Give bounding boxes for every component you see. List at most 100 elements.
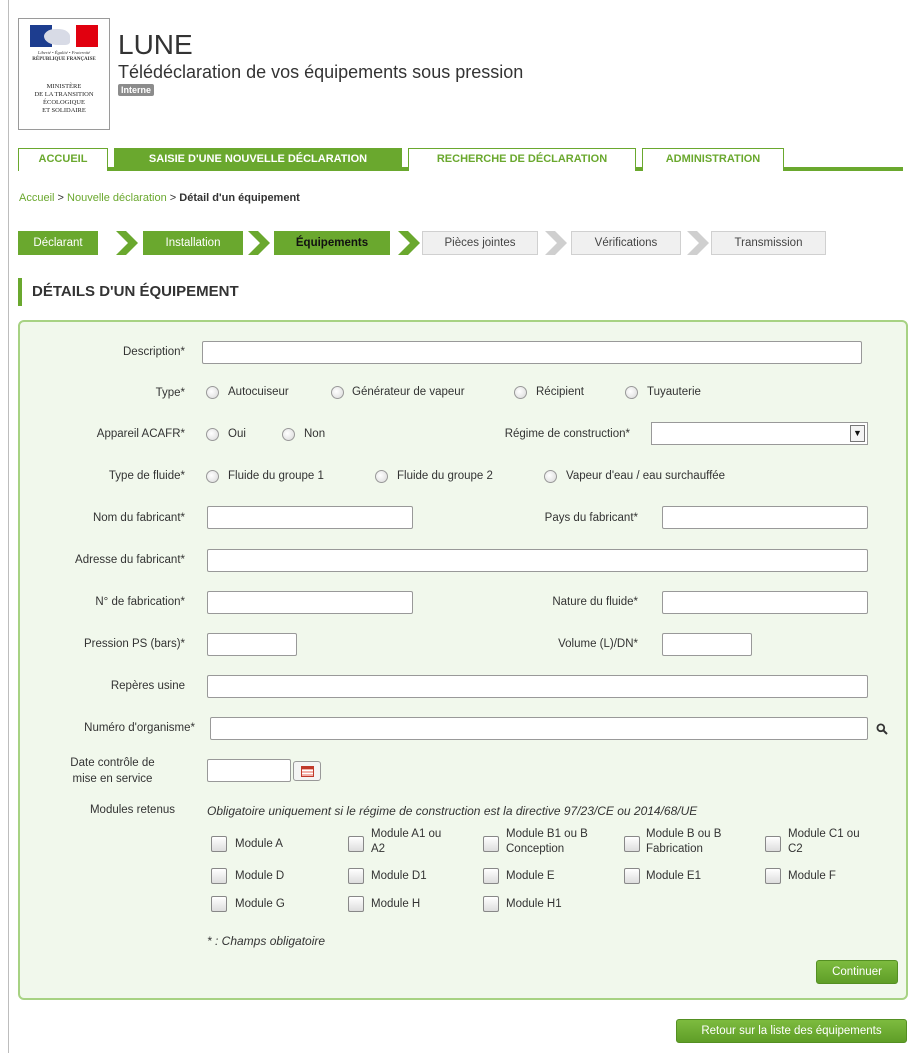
manufacturer-name-label: Nom du fabricant* [92, 512, 185, 524]
type-option-label: Tuyauterie [647, 386, 701, 398]
fluid-nature-label: Nature du fluide* [552, 596, 638, 608]
module-b1-checkbox[interactable] [483, 836, 499, 852]
type-label: Type* [155, 387, 185, 399]
step-installation[interactable]: Installation [143, 231, 243, 255]
continue-button[interactable]: Continuer [816, 960, 898, 984]
type-option-label: Récipient [536, 386, 584, 398]
module-d1-checkbox[interactable] [348, 868, 364, 884]
description-input[interactable] [202, 341, 862, 364]
government-logo: Liberté • Égalité • Fraternité RÉPUBLIQU… [18, 18, 110, 130]
tab-recherche-declaration[interactable]: RECHERCHE DE DÉCLARATION [408, 148, 636, 171]
declaration-stepper: Déclarant Installation Équipements Pièce… [18, 231, 898, 255]
module-label: Module B1 ou B Conception [506, 828, 588, 855]
organism-label: Numéro d'organisme* [84, 722, 195, 734]
chevron-down-icon: ▼ [850, 425, 865, 442]
manufacturer-address-input[interactable] [207, 549, 868, 572]
manufacturer-country-label: Pays du fabricant* [544, 512, 638, 524]
required-note: * : Champs obligatoire [207, 934, 326, 948]
module-h1-checkbox[interactable] [483, 896, 499, 912]
step-arrow-icon [248, 231, 270, 255]
manufacturer-name-input[interactable] [207, 506, 413, 529]
breadcrumb-parent-link[interactable]: Nouvelle déclaration [67, 192, 167, 204]
pressure-label: Pression PS (bars)* [84, 638, 185, 650]
regime-label: Régime de construction* [504, 428, 630, 440]
fluid-option-label: Fluide du groupe 2 [397, 470, 493, 482]
regime-select[interactable]: ▼ [651, 422, 868, 445]
logo-ministry: MINISTÈRE DE LA TRANSITION ÉCOLOGIQUE ET… [34, 83, 94, 114]
environment-badge: Interne [118, 84, 155, 96]
module-label: Module E [506, 870, 555, 882]
module-a1-checkbox[interactable] [348, 836, 364, 852]
search-icon[interactable] [876, 723, 888, 735]
calendar-icon[interactable] [293, 761, 321, 781]
acafr-radio-non[interactable] [282, 428, 295, 441]
fluid-option-label: Fluide du groupe 1 [228, 470, 324, 482]
tab-nouvelle-declaration[interactable]: SAISIE D'UNE NOUVELLE DÉCLARATION [114, 148, 402, 171]
breadcrumb-home-link[interactable]: Accueil [19, 192, 54, 204]
date-label: Date contrôle de mise en service [70, 757, 155, 785]
manufacturer-country-input[interactable] [662, 506, 868, 529]
fluid-option-label: Vapeur d'eau / eau surchauffée [566, 470, 726, 482]
module-d-checkbox[interactable] [211, 868, 227, 884]
equipment-form-panel: Description* Type* Autocuiseur Générateu… [18, 320, 908, 1000]
volume-label: Volume (L)/DN* [558, 638, 638, 650]
factory-marks-label: Repères usine [110, 680, 185, 692]
module-label: Module B ou B Fabrication [646, 828, 722, 855]
fluid-radio-vapeur[interactable] [544, 470, 557, 483]
type-option-label: Générateur de vapeur [352, 386, 465, 398]
tab-accueil[interactable]: ACCUEIL [18, 148, 108, 171]
acafr-label: Appareil ACAFR* [96, 428, 185, 440]
acafr-radio-oui[interactable] [206, 428, 219, 441]
module-h-checkbox[interactable] [348, 896, 364, 912]
fluid-nature-input[interactable] [662, 591, 868, 614]
volume-input[interactable] [662, 633, 752, 656]
fluid-type-label: Type de fluide* [108, 470, 185, 482]
main-nav-tabs: ACCUEIL SAISIE D'UNE NOUVELLE DÉCLARATIO… [18, 148, 903, 171]
module-label: Module A [235, 838, 283, 850]
fluid-radio-groupe1[interactable] [206, 470, 219, 483]
module-label: Module G [235, 898, 285, 910]
module-label: Module E1 [646, 870, 701, 882]
logo-motto: Liberté • Égalité • Fraternité [37, 50, 91, 55]
type-radio-generateur[interactable] [331, 386, 344, 399]
factory-marks-input[interactable] [207, 675, 868, 698]
module-label: Module A1 ou A2 [371, 828, 442, 855]
step-equipements[interactable]: Équipements [274, 231, 390, 255]
description-label: Description* [123, 346, 185, 358]
marianne-flag-icon [30, 25, 98, 47]
section-title: DÉTAILS D'UN ÉQUIPEMENT [18, 278, 239, 306]
module-e-checkbox[interactable] [483, 868, 499, 884]
step-arrow-icon [116, 231, 138, 255]
step-arrow-icon [398, 231, 420, 255]
module-label: Module F [788, 870, 836, 882]
modules-label: Modules retenus [89, 804, 175, 816]
module-a-checkbox[interactable] [211, 836, 227, 852]
back-to-list-button[interactable]: Retour sur la liste des équipements [676, 1019, 907, 1043]
module-label: Module D1 [371, 870, 427, 882]
type-radio-autocuiseur[interactable] [206, 386, 219, 399]
module-label: Module H [371, 898, 421, 910]
organism-input[interactable] [210, 717, 868, 740]
breadcrumb-current: Détail d'un équipement [179, 192, 300, 204]
module-b-fabrication-checkbox[interactable] [624, 836, 640, 852]
header: Liberté • Égalité • Fraternité RÉPUBLIQU… [18, 18, 898, 148]
step-declarant[interactable]: Déclarant [18, 231, 98, 255]
module-e1-checkbox[interactable] [624, 868, 640, 884]
app-title: LUNE [118, 29, 193, 60]
step-verifications[interactable]: Vérifications [571, 231, 681, 255]
date-input[interactable] [207, 759, 291, 782]
module-f-checkbox[interactable] [765, 868, 781, 884]
breadcrumb: Accueil > Nouvelle déclaration > Détail … [19, 192, 300, 204]
acafr-option-label: Oui [228, 428, 246, 440]
type-radio-tuyauterie[interactable] [625, 386, 638, 399]
module-c1-checkbox[interactable] [765, 836, 781, 852]
step-transmission[interactable]: Transmission [711, 231, 826, 255]
tab-administration[interactable]: ADMINISTRATION [642, 148, 784, 171]
module-label: Module C1 ou C2 [788, 828, 860, 855]
pressure-input[interactable] [207, 633, 297, 656]
serial-input[interactable] [207, 591, 413, 614]
module-g-checkbox[interactable] [211, 896, 227, 912]
step-pieces-jointes[interactable]: Pièces jointes [422, 231, 538, 255]
type-radio-recipient[interactable] [514, 386, 527, 399]
fluid-radio-groupe2[interactable] [375, 470, 388, 483]
